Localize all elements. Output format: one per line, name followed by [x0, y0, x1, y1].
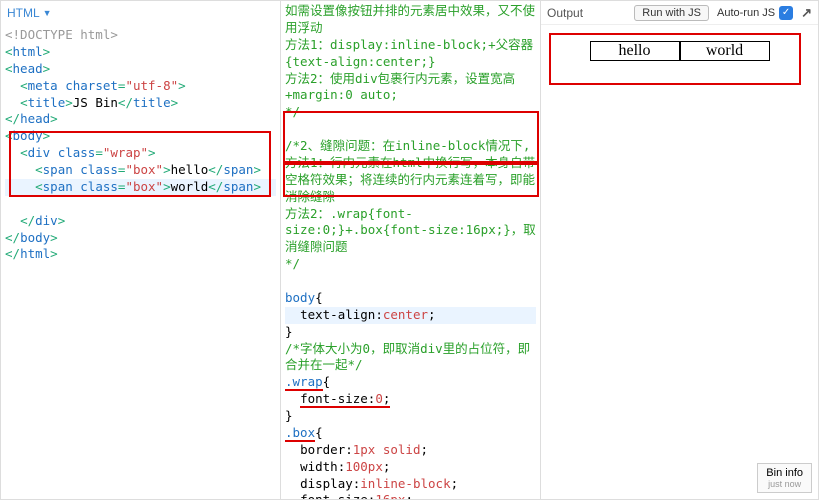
bin-info-subtitle: just now — [766, 479, 803, 489]
autorun-label: Auto-run JS — [717, 7, 775, 19]
autorun-toggle[interactable]: Auto-run JS ✓ — [717, 6, 793, 20]
run-button[interactable]: Run with JS — [634, 5, 709, 21]
output-tab-label: Output — [547, 6, 583, 20]
output-stage: helloworld Bin info just now — [541, 25, 818, 499]
html-code-editor[interactable]: <!DOCTYPE html> <html> <head> <meta char… — [1, 25, 280, 267]
bin-info-button[interactable]: Bin info just now — [757, 463, 812, 493]
box-world: world — [680, 41, 770, 61]
chevron-down-icon: ▼ — [43, 8, 52, 18]
wrap-preview: helloworld — [551, 41, 808, 61]
html-panel: HTML ▼ <!DOCTYPE html> <html> <head> <me… — [1, 1, 281, 499]
html-tab-label: HTML — [7, 6, 40, 20]
popout-icon[interactable]: ↗ — [801, 5, 812, 21]
output-panel: Output Run with JS Auto-run JS ✓ ↗ hello… — [541, 1, 818, 499]
css-code-editor[interactable]: 如需设置像按钮并排的元素居中效果，又不使用浮动 方法1：display:inli… — [281, 1, 540, 499]
box-hello: hello — [590, 41, 680, 61]
bin-info-title: Bin info — [766, 467, 803, 479]
check-icon: ✓ — [779, 6, 793, 20]
html-tab[interactable]: HTML ▼ — [7, 6, 52, 20]
css-panel: 如需设置像按钮并排的元素居中效果，又不使用浮动 方法1：display:inli… — [281, 1, 541, 499]
